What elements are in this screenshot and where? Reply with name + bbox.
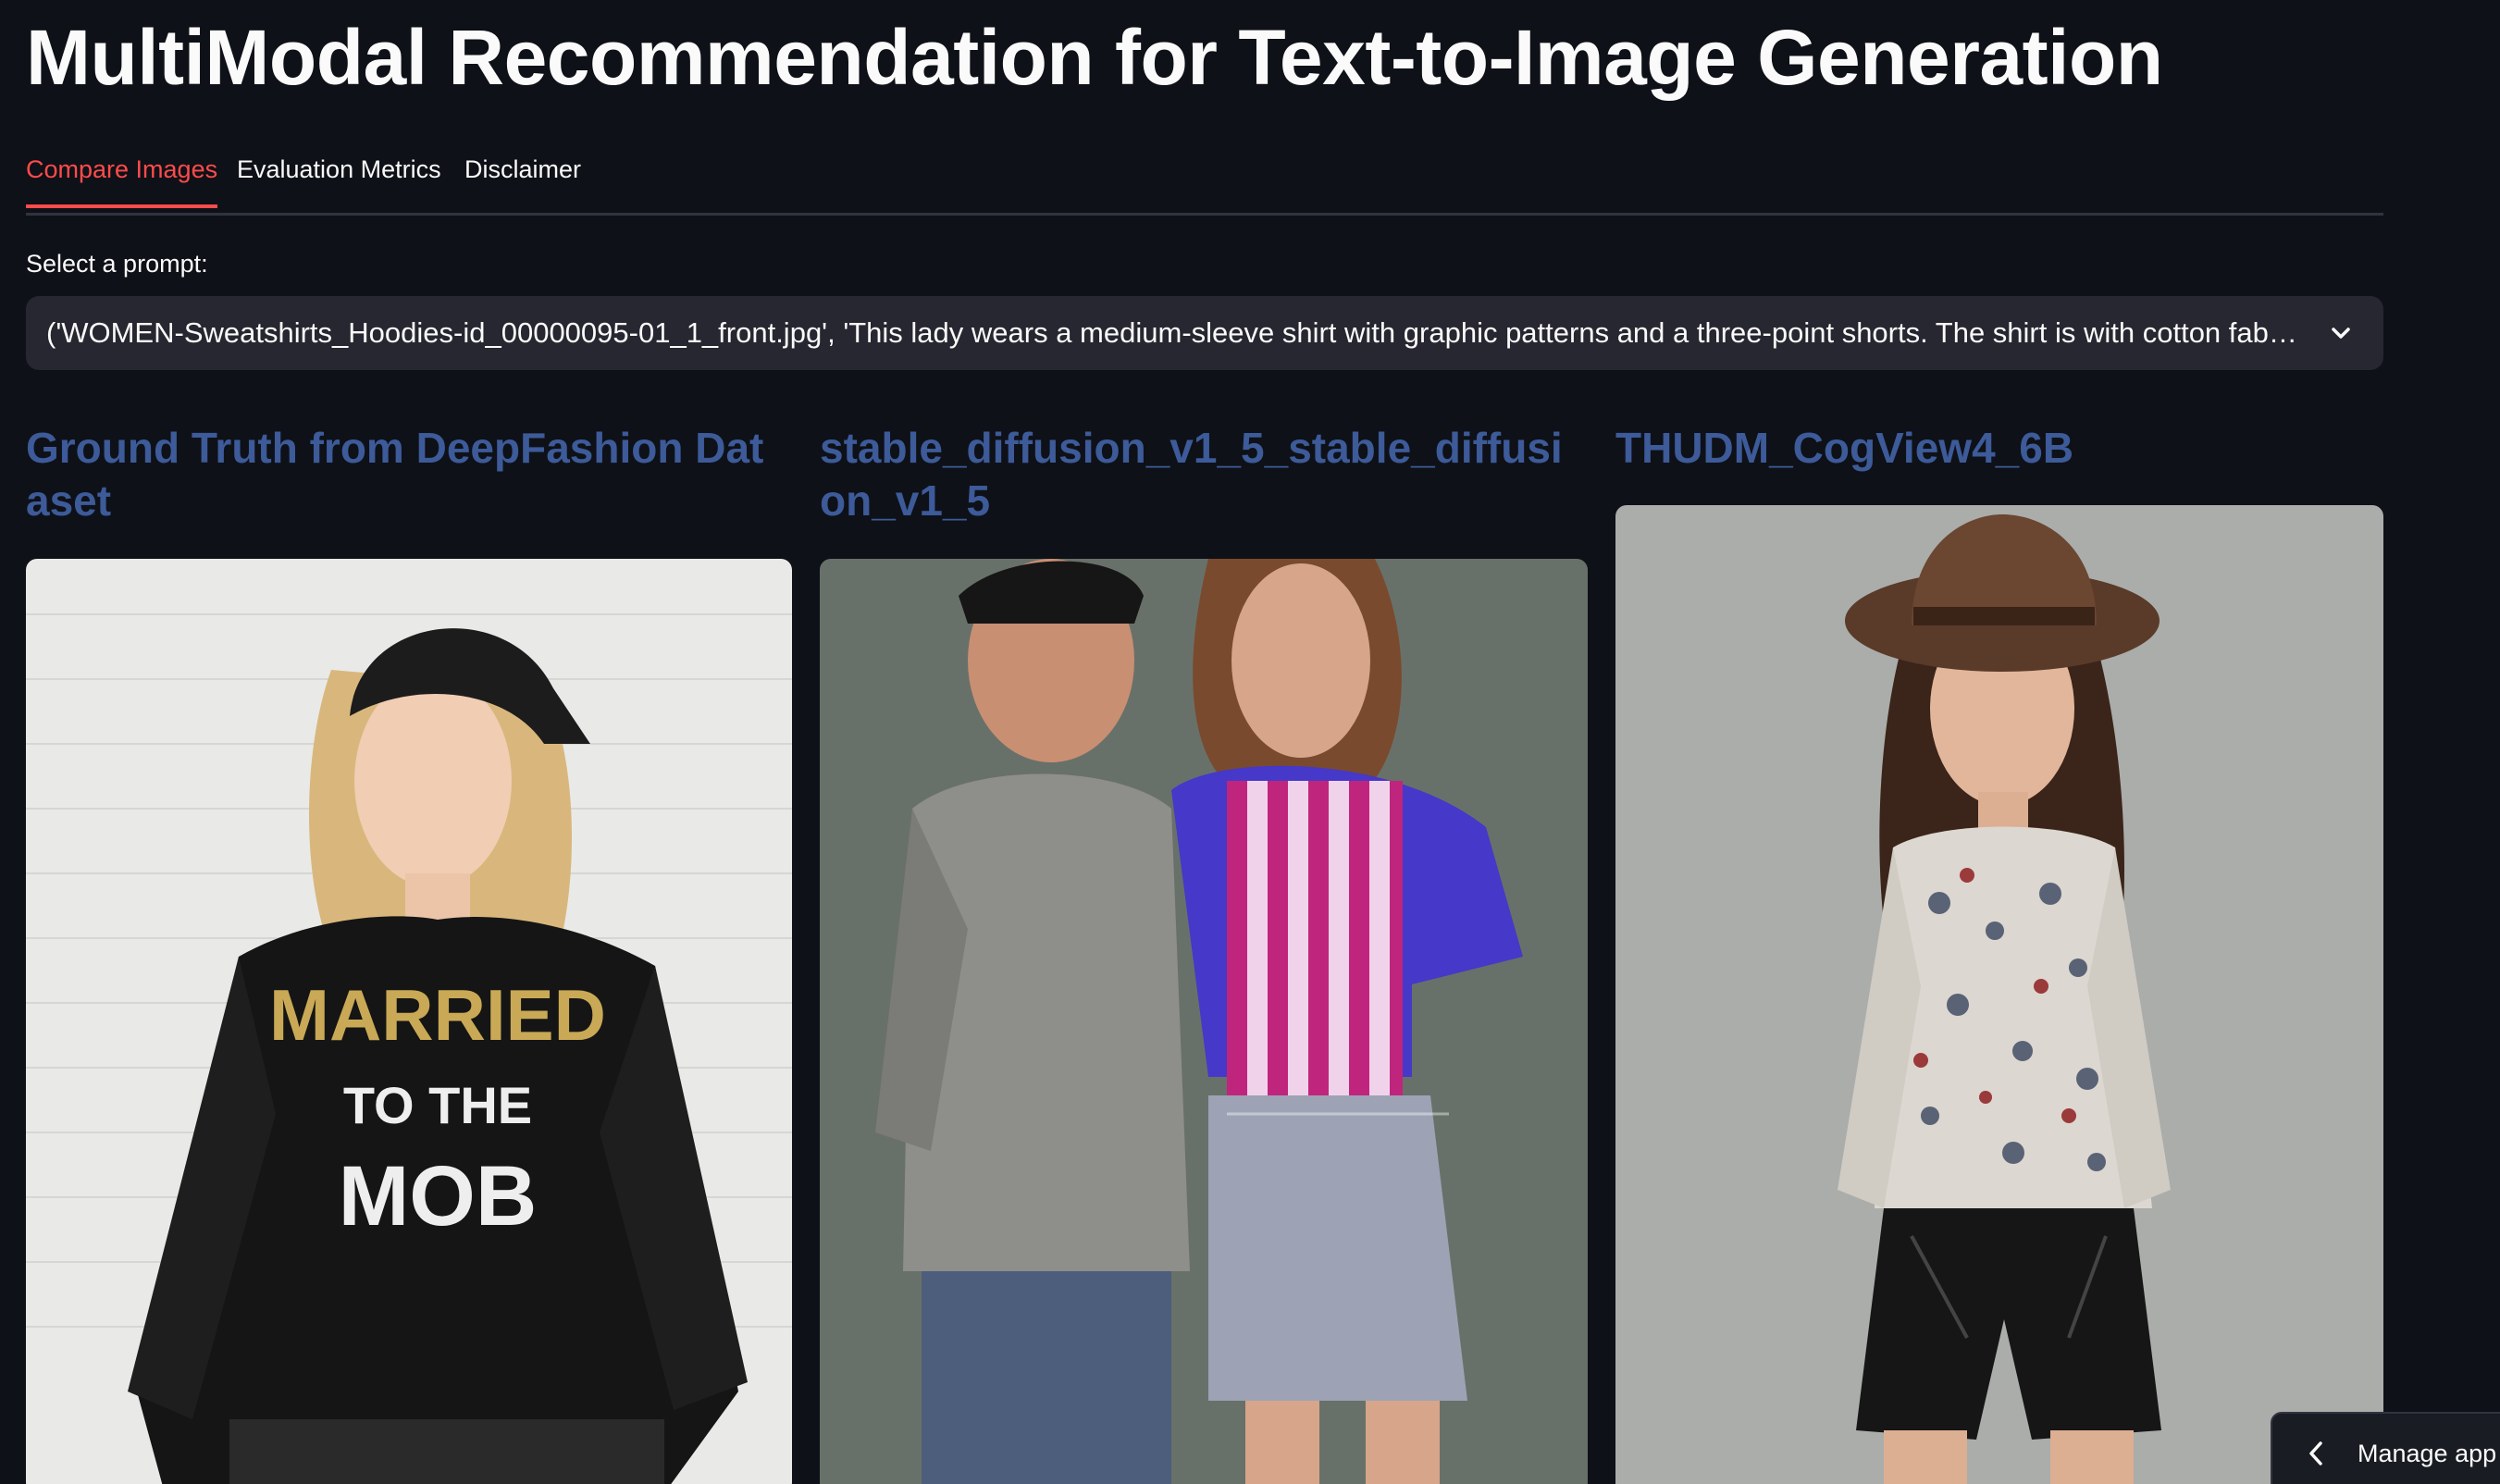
svg-text:MARRIED: MARRIED [269, 974, 606, 1056]
prompt-select-value: ('WOMEN-Sweatshirts_Hoodies-id_00000095-… [46, 316, 2304, 349]
tab-compare-images[interactable]: Compare Images [26, 155, 218, 208]
cogview-image [1615, 505, 2383, 1484]
photo-sweatshirt-model-icon: MARRIED TO THE MOB [26, 559, 792, 1484]
app-root: MultiModal Recommendation for Text-to-Im… [0, 0, 2500, 1484]
prompt-select-label: Select a prompt: [26, 250, 208, 278]
ground-truth-image: MARRIED TO THE MOB [26, 559, 792, 1484]
tab-disclaimer[interactable]: Disclaimer [464, 155, 581, 204]
svg-text:TO THE: TO THE [343, 1076, 532, 1134]
chevron-down-icon [2332, 328, 2350, 339]
column-title-cogview: THUDM_CogView4_6B [1615, 424, 2074, 472]
column-title-stable-diffusion: stable_diffusion_v1_5_stable_diffusion_v… [820, 424, 1563, 525]
manage-app-button[interactable]: Manage app [2271, 1412, 2500, 1484]
prompt-select[interactable]: ('WOMEN-Sweatshirts_Hoodies-id_00000095-… [26, 296, 2383, 370]
page-title: MultiModal Recommendation for Text-to-Im… [26, 14, 2163, 101]
manage-app-label: Manage app [2358, 1439, 2497, 1467]
stable-diffusion-image [820, 559, 1588, 1484]
svg-text:MOB: MOB [339, 1149, 538, 1243]
column-title-ground-truth: Ground Truth from DeepFashion Dataset [26, 424, 764, 525]
tab-bar: Compare Images Evaluation Metrics Discla… [26, 150, 2383, 216]
tab-evaluation-metrics[interactable]: Evaluation Metrics [237, 155, 441, 204]
photo-two-women-icon [820, 559, 1588, 1484]
photo-hat-model-icon [1615, 505, 2383, 1484]
chevron-left-icon [2309, 1441, 2322, 1465]
